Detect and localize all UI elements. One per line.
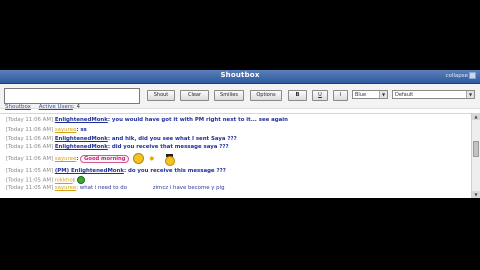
active-users-count: 4 bbox=[76, 104, 80, 110]
message-time: [Today 11:05 AM] bbox=[6, 185, 54, 191]
tab-active-users[interactable]: Active Users: 4 bbox=[39, 104, 80, 110]
hat-smiley-icon bbox=[164, 154, 175, 166]
chevron-down-icon[interactable]: ▼ bbox=[379, 91, 387, 98]
options-button[interactable]: Options bbox=[250, 90, 282, 101]
message-time: [Today 11:05 AM] bbox=[6, 168, 54, 174]
color-select[interactable]: Blue ▼ bbox=[352, 90, 388, 99]
message-text-extra: zimcz i have become y pig bbox=[152, 185, 225, 191]
font-select-value: Default bbox=[395, 92, 414, 98]
collapse-icon[interactable] bbox=[469, 72, 476, 79]
message-text: : ss bbox=[76, 127, 87, 133]
message-time: [Today 11:06 AM] bbox=[6, 136, 54, 142]
message-time: [Today 11:06 AM] bbox=[6, 156, 54, 162]
scroll-down-icon[interactable]: ▼ bbox=[472, 191, 480, 198]
message-text: : do you receive this message ??? bbox=[123, 168, 226, 174]
message-user[interactable]: sayuree bbox=[55, 156, 76, 162]
color-select-value: Blue bbox=[355, 92, 367, 98]
collapse-label: collapse bbox=[445, 73, 468, 79]
message-time: [Today 11:05 AM] bbox=[6, 177, 54, 184]
message-user[interactable]: EnlightenedMonk bbox=[55, 144, 108, 150]
shoutbox-header: Shoutbox collapse bbox=[0, 70, 480, 84]
scroll-thumb[interactable] bbox=[473, 141, 479, 157]
underline-button[interactable]: U bbox=[312, 90, 328, 101]
collapse-toggle[interactable]: collapse bbox=[445, 72, 476, 79]
list-item: [Today 11:06 AM] EnlightenedMonk: and hi… bbox=[6, 136, 237, 142]
message-text: : you would have got it with PM right ne… bbox=[107, 117, 288, 123]
list-item: [Today 11:06 AM] sayuree: Good morning ✸ bbox=[6, 153, 175, 166]
message-user[interactable]: sayuree bbox=[55, 127, 76, 133]
font-select[interactable]: Default ▼ bbox=[392, 90, 475, 99]
list-item: [Today 11:06 AM] EnlightenedMonk: did yo… bbox=[6, 144, 229, 150]
shoutbox-panel: Shoutbox collapse Shout Clear Smilies Op… bbox=[0, 70, 480, 198]
smilies-button[interactable]: Smilies bbox=[214, 90, 244, 101]
shoutbox-title: Shoutbox bbox=[220, 71, 260, 79]
message-time: [Today 11:06 AM] bbox=[6, 144, 54, 150]
message-user[interactable]: sayuree bbox=[55, 185, 76, 191]
cool-smiley-icon bbox=[133, 153, 145, 164]
italic-button[interactable]: I bbox=[333, 90, 348, 101]
tab-active-users-label[interactable]: Active Users bbox=[39, 104, 73, 110]
list-item: [Today 11:06 AM] EnlightenedMonk: you wo… bbox=[6, 117, 288, 123]
chevron-down-icon[interactable]: ▼ bbox=[466, 91, 474, 98]
message-user[interactable]: (PM) EnlightenedMonk bbox=[55, 168, 124, 174]
message-text: : did you receive that message saya ??? bbox=[107, 144, 229, 150]
message-time: [Today 11:06 AM] bbox=[6, 127, 54, 133]
message-input[interactable] bbox=[4, 88, 140, 104]
shout-button[interactable]: Shout bbox=[147, 90, 175, 101]
tab-shoutbox[interactable]: Shoutbox bbox=[5, 104, 31, 110]
message-user[interactable]: EnlightenedMonk bbox=[55, 136, 108, 142]
list-item: [Today 11:05 AM] sayuree: what i need to… bbox=[6, 185, 225, 191]
list-item: [Today 11:05 AM] (PM) EnlightenedMonk: d… bbox=[6, 168, 226, 174]
message-text: : what i need to do bbox=[76, 185, 128, 191]
message-time: [Today 11:06 AM] bbox=[6, 117, 54, 123]
sparkle-icon: ✸ bbox=[148, 154, 155, 163]
list-item: [Today 11:06 AM] sayuree: ss bbox=[6, 127, 87, 133]
message-list: [Today 11:06 AM] EnlightenedMonk: you wo… bbox=[0, 113, 472, 198]
message-text: : bbox=[72, 177, 75, 184]
green-emoticon-icon bbox=[76, 176, 85, 184]
shoutbox-tabs: Shoutbox Active Users: 4 bbox=[5, 104, 80, 110]
greeting-bubble: Good morning bbox=[80, 155, 130, 163]
message-scrollbar[interactable]: ▲ ▼ bbox=[471, 113, 480, 198]
message-user[interactable]: EnlightenedMonk bbox=[55, 117, 108, 123]
message-user[interactable]: nikkho bbox=[55, 178, 73, 184]
clear-button[interactable]: Clear bbox=[180, 90, 209, 101]
list-item: [Today 11:05 AM] nikkho: bbox=[6, 176, 85, 184]
message-text: : bbox=[76, 156, 79, 162]
scroll-up-icon[interactable]: ▲ bbox=[472, 113, 480, 120]
message-text: : and hik, did you see what I sent Saya … bbox=[107, 136, 237, 142]
bold-button[interactable]: B bbox=[288, 90, 307, 101]
